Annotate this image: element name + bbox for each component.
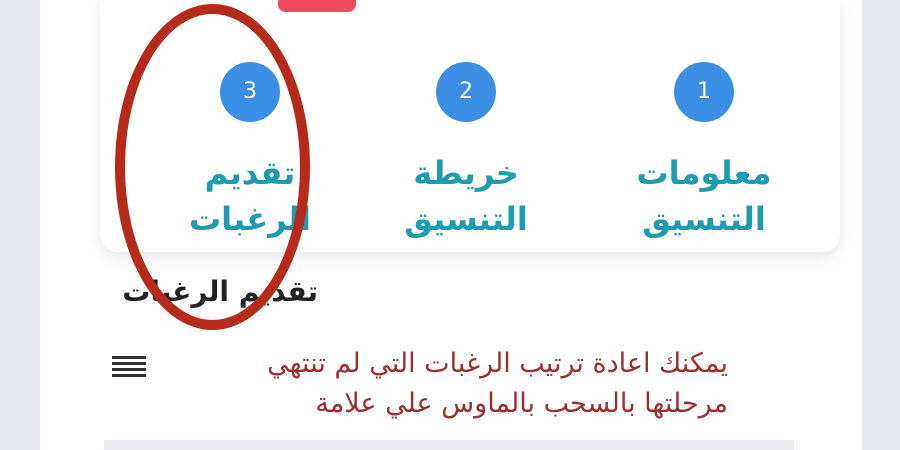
step-submit-preferences[interactable]: 3 تقديم الرغبات: [150, 62, 350, 242]
list-row-top-edge: [104, 440, 794, 450]
step-number-circle: 3: [220, 62, 280, 122]
step-label: معلومات التنسيق: [604, 150, 804, 242]
hint-line1: يمكنك اعادة ترتيب الرغبات التي لم تنتهي: [267, 348, 728, 379]
step-label-line2: الرغبات: [189, 200, 311, 238]
step-label: خريطة التنسيق: [366, 150, 566, 242]
step-number-circle: 2: [436, 62, 496, 122]
step-label: تقديم الرغبات: [150, 150, 350, 242]
step-label-line2: التنسيق: [642, 200, 766, 238]
hint-line2: مرحلتها بالسحب بالماوس علي علامة: [315, 388, 728, 419]
section-title: تقديم الرغبات: [122, 275, 318, 308]
step-label-line1: معلومات: [636, 154, 772, 192]
step-label-line2: التنسيق: [404, 200, 528, 238]
step-label-line1: تقديم: [204, 154, 296, 192]
step-coordination-map[interactable]: 2 خريطة التنسيق: [366, 62, 566, 242]
step-label-line1: خريطة: [413, 154, 519, 192]
step-number-circle: 1: [674, 62, 734, 122]
page: 1 معلومات التنسيق 2 خريطة التنسيق 3 تقدي…: [40, 0, 862, 450]
drag-handle-icon[interactable]: [112, 356, 146, 380]
reorder-hint-text: يمكنك اعادة ترتيب الرغبات التي لم تنتهي …: [150, 344, 728, 424]
step-coordination-info[interactable]: 1 معلومات التنسيق: [604, 62, 804, 242]
notification-tab[interactable]: [278, 0, 356, 12]
